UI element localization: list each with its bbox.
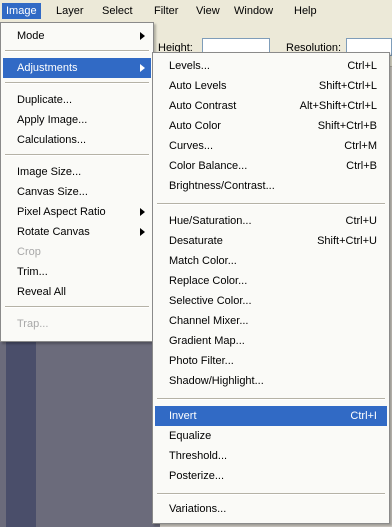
menu-separator	[5, 82, 149, 84]
image-menu: Mode Adjustments Duplicate... Apply Imag…	[0, 22, 154, 342]
document-window-edge	[6, 340, 36, 527]
menu-separator	[157, 398, 385, 400]
menu-item-trim[interactable]: Trim...	[3, 262, 151, 282]
menu-separator	[5, 306, 149, 308]
menu-item-auto-contrast[interactable]: Auto Contrast Alt+Shift+Ctrl+L	[155, 96, 387, 116]
submenu-arrow-icon	[140, 208, 145, 216]
menu-filter[interactable]: Filter	[150, 3, 182, 19]
menu-item-auto-levels[interactable]: Auto Levels Shift+Ctrl+L	[155, 76, 387, 96]
menu-item-replace-color[interactable]: Replace Color...	[155, 271, 387, 291]
menu-item-photo-filter[interactable]: Photo Filter...	[155, 351, 387, 371]
menu-item-apply-image[interactable]: Apply Image...	[3, 110, 151, 130]
menu-item-selective-color[interactable]: Selective Color...	[155, 291, 387, 311]
menu-item-canvas-size[interactable]: Canvas Size...	[3, 182, 151, 202]
menu-item-threshold[interactable]: Threshold...	[155, 446, 387, 466]
adjustments-submenu: Levels... Ctrl+L Auto Levels Shift+Ctrl+…	[152, 52, 390, 524]
submenu-arrow-icon	[140, 228, 145, 236]
menu-item-shadow-highlight[interactable]: Shadow/Highlight...	[155, 371, 387, 391]
menu-item-adjustments[interactable]: Adjustments	[3, 58, 151, 78]
menu-item-pixel-aspect-ratio[interactable]: Pixel Aspect Ratio	[3, 202, 151, 222]
menu-item-brightness-contrast[interactable]: Brightness/Contrast...	[155, 176, 387, 196]
menu-item-hue-saturation[interactable]: Hue/Saturation... Ctrl+U	[155, 211, 387, 231]
menu-item-channel-mixer[interactable]: Channel Mixer...	[155, 311, 387, 331]
menu-item-image-size[interactable]: Image Size...	[3, 162, 151, 182]
menu-image[interactable]: Image	[2, 3, 41, 19]
menu-item-duplicate[interactable]: Duplicate...	[3, 90, 151, 110]
menu-separator	[5, 154, 149, 156]
menu-separator	[157, 493, 385, 495]
menu-item-auto-color[interactable]: Auto Color Shift+Ctrl+B	[155, 116, 387, 136]
menu-separator	[157, 203, 385, 205]
menu-layer[interactable]: Layer	[52, 3, 88, 19]
submenu-arrow-icon	[140, 32, 145, 40]
menu-item-levels[interactable]: Levels... Ctrl+L	[155, 56, 387, 76]
menu-view[interactable]: View	[192, 3, 224, 19]
menu-item-match-color[interactable]: Match Color...	[155, 251, 387, 271]
menu-item-desaturate[interactable]: Desaturate Shift+Ctrl+U	[155, 231, 387, 251]
menu-separator	[5, 50, 149, 52]
menu-item-crop: Crop	[17, 246, 41, 258]
menu-bar: Image Layer Select Filter View Window He…	[0, 0, 392, 23]
menu-item-rotate-canvas[interactable]: Rotate Canvas	[3, 222, 151, 242]
menu-item-gradient-map[interactable]: Gradient Map...	[155, 331, 387, 351]
menu-item-curves[interactable]: Curves... Ctrl+M	[155, 136, 387, 156]
menu-item-calculations[interactable]: Calculations...	[3, 130, 151, 150]
menu-help[interactable]: Help	[290, 3, 321, 19]
menu-item-trap: Trap...	[17, 318, 49, 330]
menu-item-variations[interactable]: Variations...	[155, 499, 387, 519]
menu-select[interactable]: Select	[98, 3, 137, 19]
menu-window[interactable]: Window	[230, 3, 277, 19]
menu-item-invert[interactable]: Invert Ctrl+I	[155, 406, 387, 426]
menu-item-reveal-all[interactable]: Reveal All	[3, 282, 151, 302]
menu-item-mode[interactable]: Mode	[3, 26, 151, 46]
menu-item-equalize[interactable]: Equalize	[155, 426, 387, 446]
menu-item-posterize[interactable]: Posterize...	[155, 466, 387, 486]
menu-item-color-balance[interactable]: Color Balance... Ctrl+B	[155, 156, 387, 176]
submenu-arrow-icon	[140, 64, 145, 72]
